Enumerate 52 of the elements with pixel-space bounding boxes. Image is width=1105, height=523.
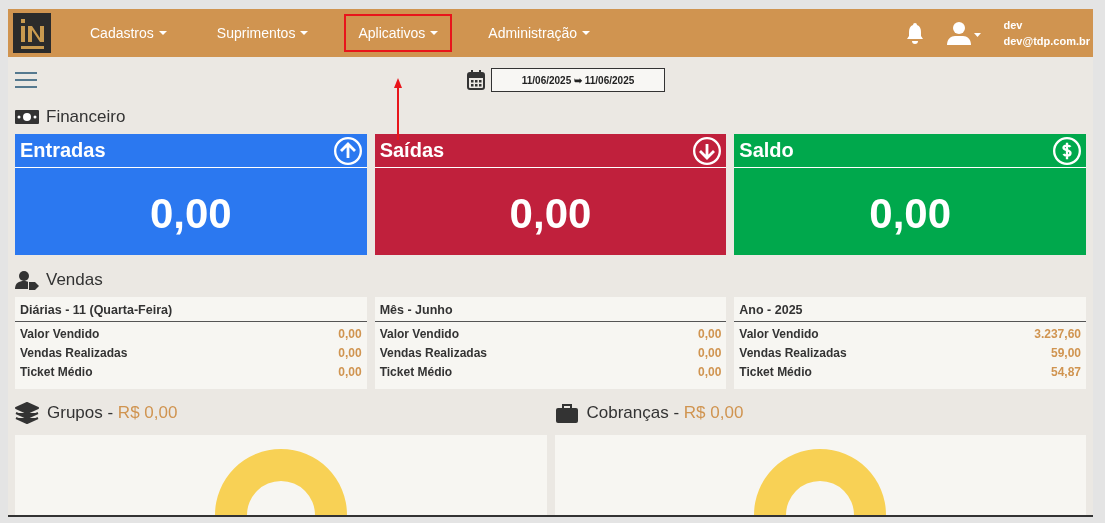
card-title: Saldo xyxy=(739,139,794,162)
row-value: 0,00 xyxy=(338,327,362,341)
dollar-icon xyxy=(1053,136,1081,165)
row-value: 59,00 xyxy=(1050,346,1081,360)
user-email: dev@tdp.com.br xyxy=(1003,35,1090,47)
row-value: 0,00 xyxy=(697,346,722,360)
row-value: 54,87 xyxy=(1050,365,1081,379)
row-label: Ticket Médio xyxy=(20,365,93,379)
menu-toggle[interactable] xyxy=(15,70,37,89)
briefcase-icon xyxy=(554,402,579,424)
row-value: 0,00 xyxy=(338,346,362,360)
section-title: Vendas xyxy=(46,270,103,290)
menu-item[interactable]: Administração xyxy=(474,14,605,52)
panel-title: Cobranças - R$ 0,00 xyxy=(586,403,744,423)
row-label: Valor Vendido xyxy=(20,327,100,341)
row-label: Ticket Médio xyxy=(379,365,453,379)
card-title: Entradas xyxy=(20,139,106,162)
row-label: Valor Vendido xyxy=(379,327,459,341)
card-value: 0,00 xyxy=(869,189,952,238)
table-title: Mês - Junho xyxy=(374,297,727,322)
row-label: Vendas Realizadas xyxy=(739,346,847,360)
row-label: Vendas Realizadas xyxy=(379,346,488,360)
menu-item[interactable]: Cadastros xyxy=(76,14,181,52)
user-name: dev xyxy=(1003,19,1024,31)
money-icon xyxy=(15,109,39,125)
menu-icon xyxy=(15,70,37,89)
card-title: Saídas xyxy=(379,139,445,162)
user-tag-icon xyxy=(15,270,39,290)
menu-item[interactable]: Suprimentos xyxy=(202,14,323,52)
arrow-down-icon xyxy=(693,136,722,165)
date-range-field[interactable]: 11/06/2025 ➥ 11/06/2025 xyxy=(491,68,665,92)
section-title: Financeiro xyxy=(46,107,126,127)
row-label: Ticket Médio xyxy=(739,365,812,379)
row-label: Valor Vendido xyxy=(739,327,819,341)
table-title: Diárias - 11 (Quarta-Feira) xyxy=(15,297,367,322)
calendar-icon xyxy=(467,70,485,90)
annotation-arrow xyxy=(394,78,403,140)
layers-icon xyxy=(15,402,39,424)
user-icon xyxy=(947,21,982,45)
row-value: 3.237,60 xyxy=(1034,327,1081,341)
table-title: Ano - 2025 xyxy=(734,297,1086,322)
arrow-up-icon xyxy=(333,136,362,165)
row-label: Vendas Realizadas xyxy=(20,346,128,360)
row-value: 0,00 xyxy=(697,327,722,341)
card-value: 0,00 xyxy=(149,189,232,238)
card-value: 0,00 xyxy=(509,189,592,238)
row-value: 0,00 xyxy=(697,365,722,379)
logo[interactable] xyxy=(13,13,51,53)
panel-title: Grupos - R$ 0,00 xyxy=(47,403,178,423)
user-menu[interactable] xyxy=(947,21,982,45)
row-value: 0,00 xyxy=(338,365,362,379)
bell-icon xyxy=(905,22,926,44)
